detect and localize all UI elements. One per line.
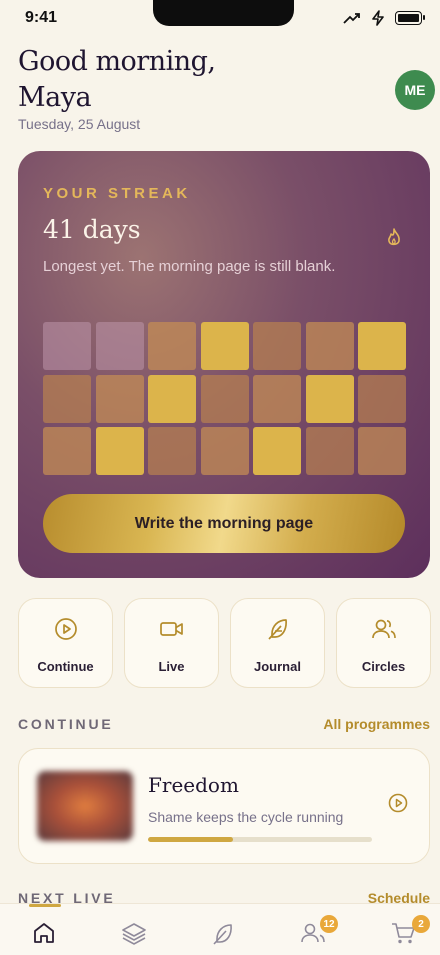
play-circle-icon[interactable] [388,793,408,813]
streak-day-cell [305,322,354,370]
streak-day-cell [148,427,196,475]
quick-action-live[interactable]: Live [124,598,219,688]
video-camera-icon [159,622,183,636]
programme-subtitle: Shame keeps the cycle running [148,809,344,825]
streak-day-cell [200,374,249,423]
streak-day-cell [95,374,144,423]
streak-day-cell [148,322,196,370]
streak-card: YOUR STREAK 41 days Longest yet. The mor… [18,151,430,578]
streak-day-cell [305,427,354,475]
tab-programmes[interactable] [121,921,147,950]
streak-day-cell [95,322,144,370]
users-icon [371,619,396,639]
device-notch [153,0,294,26]
streak-day-cell [200,322,249,370]
streak-subtitle: Longest yet. The morning page is still b… [43,258,336,275]
quick-action-label: Continue [37,659,94,674]
write-morning-page-button[interactable]: Write the morning page [43,494,405,553]
quick-action-journal[interactable]: Journal [230,598,325,688]
feather-icon [267,619,287,640]
streak-days: 41 days [43,215,141,244]
flame-icon [388,228,400,246]
active-tab-indicator [29,904,61,907]
streak-day-cell [305,374,354,423]
layers-icon [122,923,146,945]
quick-action-label: Circles [361,659,406,674]
avatar[interactable]: ME [395,70,435,110]
streak-day-cell [253,374,301,423]
quick-actions: Continue Live Journal Circles [18,598,431,688]
feather-icon [213,924,232,945]
streak-day-cell [43,374,91,423]
streak-day-cell [43,427,91,475]
signal-trend-icon [343,13,360,24]
home-icon [34,923,54,943]
quick-action-circles[interactable]: Circles [336,598,431,688]
streak-day-cell [358,427,406,475]
circles-badge: 12 [320,915,338,933]
status-bar: 9:41 [0,0,440,40]
tab-home[interactable] [32,921,56,950]
streak-day-cell [148,374,196,423]
programme-progress-bar [148,837,372,842]
quick-action-label: Live [158,659,185,674]
quick-action-label: Journal [254,659,301,674]
programme-title: Freedom [148,773,239,797]
streak-day-cell [358,374,406,423]
cart-badge: 2 [412,915,430,933]
streak-day-cell [253,322,301,370]
streak-heatmap [43,322,406,475]
quick-action-continue[interactable]: Continue [18,598,113,688]
streak-day-cell [358,322,406,370]
charging-bolt-icon [372,10,384,26]
streak-day-cell [200,427,249,475]
date-label: Tuesday, 25 August [18,116,141,132]
status-time: 9:41 [25,9,58,26]
streak-day-cell [253,427,301,475]
streak-label: YOUR STREAK [43,185,191,202]
programme-progress-fill [148,837,234,842]
bottom-tab-bar: 12 2 [0,903,440,955]
tab-journal[interactable] [210,921,236,952]
status-icons [343,10,425,26]
greeting-title: Good morning, Maya [18,46,216,113]
continue-section-title: CONTINUE [18,716,114,732]
tab-cart[interactable]: 2 [390,915,430,950]
tab-circles[interactable]: 12 [300,915,338,950]
continue-card[interactable]: Freedom Shame keeps the cycle running [18,748,430,864]
all-programmes-link[interactable]: All programmes [323,716,430,732]
play-circle-icon [54,618,77,640]
battery-icon [395,11,425,25]
streak-day-cell [43,322,91,370]
programme-thumbnail [37,771,133,841]
streak-day-cell [95,427,144,475]
